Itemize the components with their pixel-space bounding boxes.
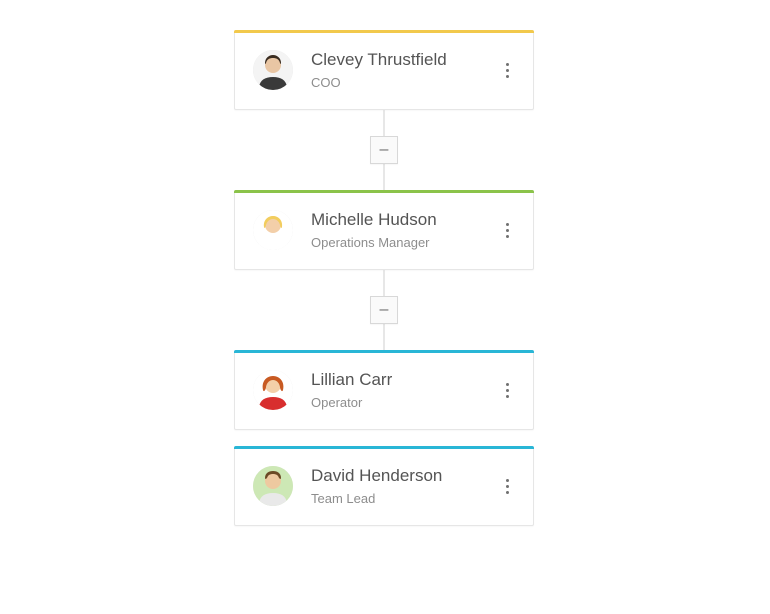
more-menu-button[interactable] [495,218,519,242]
person-role: Operations Manager [311,235,437,250]
more-vertical-icon [506,229,509,232]
avatar [253,210,293,250]
avatar [253,50,293,90]
person-role: COO [311,75,447,90]
accent-bar [234,190,534,193]
avatar [253,466,293,506]
node-text: Lillian Carr Operator [311,370,392,409]
org-node[interactable]: Michelle Hudson Operations Manager [234,190,534,270]
person-name: Clevey Thrustfield [311,50,447,70]
connector: – [234,110,534,190]
more-vertical-icon [506,485,509,488]
org-node[interactable]: Lillian Carr Operator [234,350,534,430]
person-role: Team Lead [311,491,442,506]
org-node[interactable]: Clevey Thrustfield COO [234,30,534,110]
collapse-toggle[interactable]: – [370,136,398,164]
org-chart: Clevey Thrustfield COO – Michelle Hudson… [234,30,536,526]
more-menu-button[interactable] [495,474,519,498]
more-menu-button[interactable] [495,378,519,402]
person-name: Lillian Carr [311,370,392,390]
node-text: Clevey Thrustfield COO [311,50,447,89]
more-vertical-icon [506,69,509,72]
node-text: Michelle Hudson Operations Manager [311,210,437,249]
spacer [234,430,536,446]
accent-bar [234,446,534,449]
more-menu-button[interactable] [495,58,519,82]
node-text: David Henderson Team Lead [311,466,442,505]
person-name: David Henderson [311,466,442,486]
org-node[interactable]: David Henderson Team Lead [234,446,534,526]
collapse-toggle[interactable]: – [370,296,398,324]
connector: – [234,270,534,350]
more-vertical-icon [506,389,509,392]
person-role: Operator [311,395,392,410]
accent-bar [234,30,534,33]
accent-bar [234,350,534,353]
person-name: Michelle Hudson [311,210,437,230]
avatar [253,370,293,410]
